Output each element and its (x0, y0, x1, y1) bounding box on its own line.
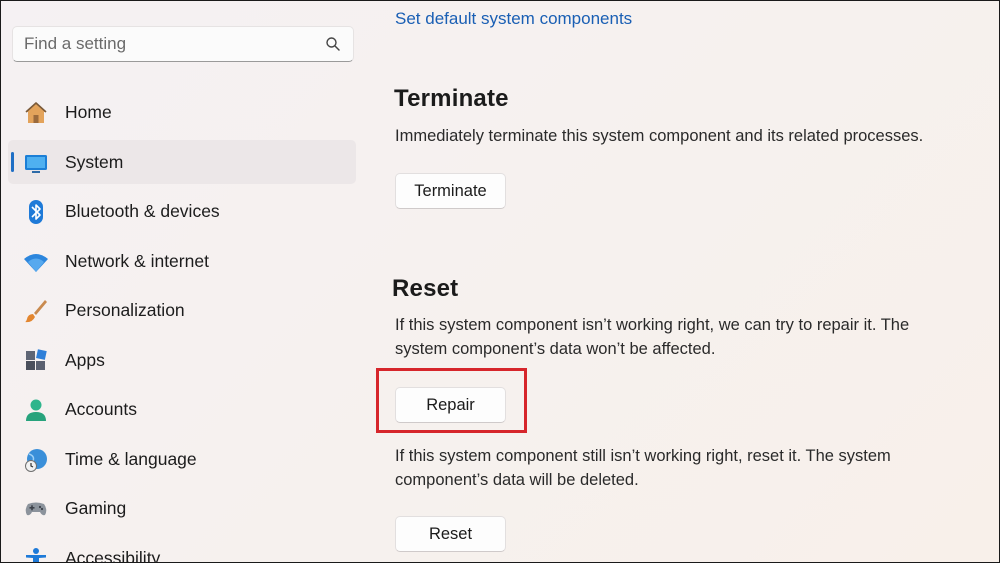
sidebar-item-home[interactable]: Home (8, 90, 356, 134)
reset-heading: Reset (392, 275, 459, 302)
accessibility-icon (26, 547, 46, 562)
sidebar-item-label: Gaming (65, 498, 127, 518)
settings-window: Home System Bluetooth & devices Netwo (0, 0, 1000, 563)
search-box[interactable] (12, 26, 354, 62)
bluetooth-icon (29, 200, 43, 224)
system-icon (25, 154, 47, 173)
search-input[interactable] (24, 27, 304, 61)
sidebar-item-label: Network & internet (65, 250, 209, 271)
sidebar-item-personalization[interactable]: Personalization (8, 288, 356, 332)
sidebar-item-apps[interactable]: Apps (8, 338, 356, 382)
home-icon (25, 102, 47, 123)
brush-icon (25, 300, 47, 323)
sidebar-item-network-internet[interactable]: Network & internet (8, 239, 356, 283)
accounts-icon (26, 399, 46, 421)
sidebar-item-gaming[interactable]: Gaming (8, 486, 356, 530)
gamepad-icon (25, 502, 47, 516)
reset-button[interactable]: Reset (395, 516, 506, 552)
sidebar-item-label: Time & language (65, 448, 197, 469)
sidebar-item-accounts[interactable]: Accounts (8, 387, 356, 431)
sidebar-item-time-language[interactable]: Time & language (8, 437, 356, 481)
set-default-components-link[interactable]: Set default system components (395, 9, 632, 29)
terminate-heading: Terminate (394, 85, 509, 112)
reset-description-line1: If this system component still isn’t wor… (395, 447, 891, 465)
repair-highlight-box (376, 368, 527, 433)
sidebar-item-label: Accounts (65, 399, 137, 419)
sidebar-item-label: Home (65, 102, 112, 122)
repair-description-line2: system component’s data won’t be affecte… (395, 340, 716, 358)
sidebar-item-accessibility[interactable]: Accessibility (8, 536, 356, 563)
sidebar-item-bluetooth-devices[interactable]: Bluetooth & devices (8, 189, 356, 233)
sidebar-item-system[interactable]: System (8, 139, 356, 184)
sidebar-item-label: Accessibility (65, 547, 161, 563)
time-language-icon (25, 448, 47, 472)
wifi-icon (24, 253, 48, 272)
terminate-button[interactable]: Terminate (395, 173, 506, 209)
repair-description-line1: If this system component isn’t working r… (395, 316, 910, 334)
search-icon[interactable] (325, 36, 341, 52)
terminate-description: Immediately terminate this system compon… (395, 127, 924, 145)
selection-indicator (11, 151, 14, 172)
sidebar-nav: Home System Bluetooth & devices Network … (1, 90, 357, 563)
sidebar-item-label: Apps (65, 349, 105, 370)
apps-icon (26, 348, 47, 370)
sidebar-item-label: System (65, 151, 124, 172)
sidebar-item-label: Personalization (65, 300, 185, 320)
reset-description-line2: component’s data will be deleted. (395, 471, 639, 489)
sidebar-item-label: Bluetooth & devices (65, 201, 220, 221)
